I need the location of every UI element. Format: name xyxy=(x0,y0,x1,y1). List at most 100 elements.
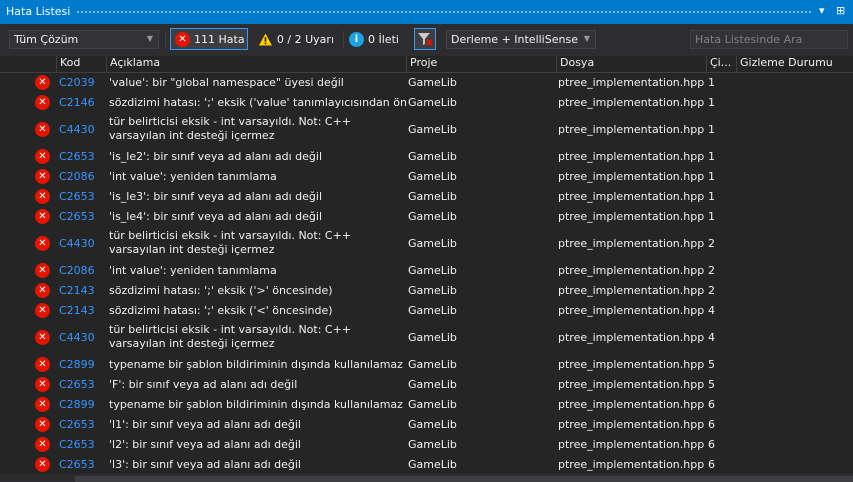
error-icon: ✕ xyxy=(35,122,50,137)
table-row[interactable]: ✕ C2143 sözdizimi hatası: ';' eksik ('>' ö… xyxy=(0,280,853,300)
table-row[interactable]: ✕ C2653 'is_le2': bir sınıf veya ad alanı … xyxy=(0,146,853,166)
error-file: ptree_implementation.hpp xyxy=(558,458,705,471)
column-header-project[interactable]: Proje xyxy=(406,56,556,72)
warnings-filter-button[interactable]: 0 / 2 Uyarı xyxy=(254,28,338,50)
table-row[interactable]: ✕ C2086 'int value': yeniden tanımlama Game… xyxy=(0,166,853,186)
error-description: sözdizimi hatası: ';' eksik ('<' öncesin… xyxy=(109,304,333,317)
error-code-link[interactable]: C2899 xyxy=(59,398,95,411)
messages-count-label: 0 İleti xyxy=(368,32,399,46)
error-file: ptree_implementation.hpp xyxy=(558,237,705,250)
column-header-code[interactable]: Kod xyxy=(56,56,106,72)
error-code-link[interactable]: C2039 xyxy=(59,76,95,89)
error-project: GameLib xyxy=(408,264,457,277)
error-line: 1 xyxy=(708,210,715,223)
error-line: 1 xyxy=(708,150,715,163)
toolbar-separator xyxy=(343,31,344,48)
column-header-file[interactable]: Dosya xyxy=(556,56,706,72)
error-code-link[interactable]: C2653 xyxy=(59,458,95,471)
error-project: GameLib xyxy=(408,458,457,471)
window-titlebar: Hata Listesi ▾ ⊞ xyxy=(0,0,853,24)
error-line: 4 xyxy=(708,331,715,344)
error-code-link[interactable]: C2143 xyxy=(59,304,95,317)
error-icon: ✕ xyxy=(35,457,50,472)
column-header-suppression[interactable]: Gizleme Durumu xyxy=(736,56,853,72)
error-code-link[interactable]: C2146 xyxy=(59,96,95,109)
error-code-link[interactable]: C2653 xyxy=(59,418,95,431)
table-row[interactable]: ✕ C2653 'is_le3': bir sınıf veya ad alanı … xyxy=(0,186,853,206)
error-project: GameLib xyxy=(408,418,457,431)
error-code-link[interactable]: C2653 xyxy=(59,210,95,223)
error-code-link[interactable]: C2653 xyxy=(59,190,95,203)
table-row[interactable]: ✕ C2653 'l3': bir sınıf veya ad alanı adı … xyxy=(0,454,853,474)
table-row[interactable]: ✕ C4430 tür belirticisi eksik - int varsay… xyxy=(0,226,853,260)
error-description: sözdizimi hatası: ';' eksik ('value' tan… xyxy=(109,96,407,109)
pin-icon[interactable]: ⊞ xyxy=(836,4,845,17)
error-code-link[interactable]: C2086 xyxy=(59,170,95,183)
scope-value: Tüm Çözüm xyxy=(14,33,79,46)
build-source-dropdown[interactable]: Derleme + IntelliSense ▼ xyxy=(446,30,596,49)
error-line: 1 xyxy=(708,123,715,136)
filter-toggle-button[interactable] xyxy=(414,28,436,50)
build-source-value: Derleme + IntelliSense xyxy=(451,33,578,46)
error-line: 2 xyxy=(708,284,715,297)
error-icon: ✕ xyxy=(35,263,50,278)
error-project: GameLib xyxy=(408,190,457,203)
table-row[interactable]: ✕ C2653 'F': bir sınıf veya ad alanı adı d… xyxy=(0,374,853,394)
error-file: ptree_implementation.hpp xyxy=(558,378,705,391)
table-row[interactable]: ✕ C4430 tür belirticisi eksik - int varsay… xyxy=(0,320,853,354)
table-row[interactable]: ✕ C2653 'is_le4': bir sınıf veya ad alanı … xyxy=(0,206,853,226)
error-code-link[interactable]: C4430 xyxy=(59,123,95,136)
table-row[interactable]: ✕ C2899 typename bir şablon bildiriminin d… xyxy=(0,354,853,374)
error-code-link[interactable]: C2086 xyxy=(59,264,95,277)
scope-dropdown[interactable]: Tüm Çözüm ▼ xyxy=(9,30,159,49)
error-icon: ✕ xyxy=(35,357,50,372)
table-row[interactable]: ✕ C2086 'int value': yeniden tanımlama Game… xyxy=(0,260,853,280)
error-code-link[interactable]: C2653 xyxy=(59,378,95,391)
error-project: GameLib xyxy=(408,76,457,89)
horizontal-scrollbar[interactable] xyxy=(0,474,853,482)
warnings-count-label: 0 / 2 Uyarı xyxy=(276,32,334,46)
error-icon: ✕ xyxy=(35,303,50,318)
error-icon: ✕ xyxy=(35,283,50,298)
search-input[interactable]: Hata Listesinde Ara xyxy=(690,30,848,49)
error-file: ptree_implementation.hpp xyxy=(558,304,705,317)
error-code-link[interactable]: C2653 xyxy=(59,438,95,451)
table-row[interactable]: ✕ C2143 sözdizimi hatası: ';' eksik ('<' ö… xyxy=(0,300,853,320)
column-header-file-label: Dosya xyxy=(560,56,595,69)
error-icon: ✕ xyxy=(35,377,50,392)
error-icon: ✕ xyxy=(35,397,50,412)
column-header-code-label: Kod xyxy=(60,56,81,69)
error-line: 1 xyxy=(708,76,715,89)
messages-filter-button[interactable]: i 0 İleti xyxy=(345,28,405,50)
error-project: GameLib xyxy=(408,438,457,451)
table-row[interactable]: ✕ C2653 'l1': bir sınıf veya ad alanı adı … xyxy=(0,414,853,434)
drag-grip[interactable] xyxy=(76,10,813,15)
error-code-link[interactable]: C2143 xyxy=(59,284,95,297)
error-code-link[interactable]: C4430 xyxy=(59,331,95,344)
error-file: ptree_implementation.hpp xyxy=(558,150,705,163)
error-icon: ✕ xyxy=(35,417,50,432)
error-file: ptree_implementation.hpp xyxy=(558,418,705,431)
table-row[interactable]: ✕ C2039 'value': bir "global namespace" üy… xyxy=(0,72,853,92)
error-table-body: ✕ C2039 'value': bir "global namespace" üy… xyxy=(0,72,853,474)
error-line: 1 xyxy=(708,170,715,183)
error-project: GameLib xyxy=(408,304,457,317)
error-line: 1 xyxy=(708,96,715,109)
table-row[interactable]: ✕ C4430 tür belirticisi eksik - int varsay… xyxy=(0,112,853,146)
dropdown-icon[interactable]: ▾ xyxy=(819,4,825,17)
error-line: 5 xyxy=(708,378,715,391)
table-row[interactable]: ✕ C2899 typename bir şablon bildiriminin d… xyxy=(0,394,853,414)
error-code-link[interactable]: C2653 xyxy=(59,150,95,163)
warning-icon xyxy=(258,32,272,46)
error-project: GameLib xyxy=(408,237,457,250)
error-code-link[interactable]: C4430 xyxy=(59,237,95,250)
table-row[interactable]: ✕ C2146 sözdizimi hatası: ';' eksik ('valu… xyxy=(0,92,853,112)
table-row[interactable]: ✕ C2653 'l2': bir sınıf veya ad alanı adı … xyxy=(0,434,853,454)
column-header-line[interactable]: Çi... xyxy=(706,56,736,72)
error-description: 'F': bir sınıf veya ad alanı adı değil xyxy=(109,378,298,391)
errors-filter-button[interactable]: ✕ 111 Hata xyxy=(170,28,248,50)
error-code-link[interactable]: C2899 xyxy=(59,358,95,371)
info-icon: i xyxy=(349,31,364,47)
column-header-description[interactable]: Açıklama xyxy=(106,56,406,72)
scrollbar-thumb[interactable] xyxy=(75,476,853,482)
